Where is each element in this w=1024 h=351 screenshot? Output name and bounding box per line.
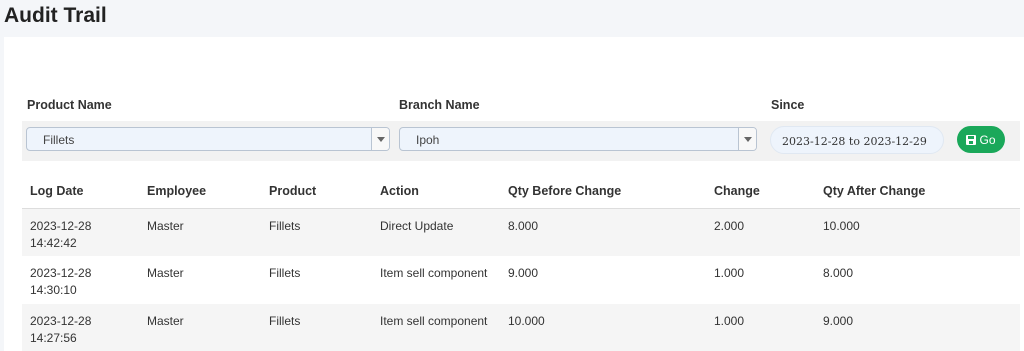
employee-cell: Master (147, 314, 184, 328)
branch-name-label: Branch Name (399, 98, 480, 112)
change-cell: 1.000 (714, 266, 745, 280)
go-button[interactable]: Go (957, 126, 1005, 153)
action-cell: Item sell component (380, 314, 488, 328)
log-date-cell: 2023-12-28 14:30:10 (22, 256, 139, 304)
log-time: 14:42:42 (30, 235, 77, 250)
branch-select[interactable]: Ipoh (399, 127, 757, 151)
employee-cell: Master (147, 218, 184, 233)
log-date: 2023-12-28 (30, 314, 92, 328)
employee-cell: Master (147, 266, 184, 280)
col-action[interactable]: Action (372, 174, 500, 209)
log-date-cell: 2023-12-28 14:42:42 (22, 208, 139, 256)
product-name-label: Product Name (27, 98, 112, 112)
change-cell: 1.000 (714, 314, 745, 328)
change-cell: 2.000 (714, 218, 745, 233)
qty-before-cell: 8.000 (508, 218, 539, 233)
log-time: 14:27:56 (30, 331, 77, 345)
product-cell: Fillets (269, 266, 301, 280)
table-header-row: Log Date Employee Product Action Qty Bef… (22, 174, 1020, 209)
col-qty-after[interactable]: Qty After Change (815, 174, 1020, 209)
go-button-label: Go (979, 132, 996, 147)
filter-row: Fillets Ipoh 2023-12-28 to 2023-12-29 Go (22, 121, 1020, 161)
product-cell: Fillets (269, 314, 301, 328)
product-cell: Fillets (269, 218, 301, 233)
log-date: 2023-12-28 (30, 266, 92, 280)
chevron-down-icon[interactable] (738, 128, 756, 150)
branch-select-value: Ipoh (416, 133, 440, 147)
qty-before-cell: 9.000 (508, 266, 539, 280)
qty-after-cell: 10.000 (823, 218, 860, 233)
log-date-cell: 2023-12-28 14:27:56 (22, 304, 139, 351)
since-label: Since (771, 98, 805, 112)
col-employee[interactable]: Employee (139, 174, 261, 209)
product-select-value: Fillets (43, 133, 75, 147)
table-row: 2023-12-28 14:30:10 Master Fillets Item … (22, 256, 1020, 304)
filter-labels: Product Name Branch Name Since (4, 98, 1024, 120)
log-date: 2023-12-28 (30, 218, 92, 233)
chevron-down-icon[interactable] (371, 128, 389, 150)
qty-before-cell: 10.000 (508, 314, 545, 328)
save-icon (966, 134, 977, 145)
table-row: 2023-12-28 14:42:42 Master Fillets Direc… (22, 208, 1020, 256)
product-select[interactable]: Fillets (26, 127, 390, 151)
table-row: 2023-12-28 14:27:56 Master Fillets Item … (22, 304, 1020, 351)
qty-after-cell: 8.000 (823, 266, 854, 280)
audit-table: Log Date Employee Product Action Qty Bef… (22, 174, 1020, 351)
col-qty-before[interactable]: Qty Before Change (500, 174, 706, 209)
qty-after-cell: 9.000 (823, 314, 854, 328)
log-time: 14:30:10 (30, 283, 77, 297)
col-product[interactable]: Product (261, 174, 372, 209)
audit-panel: Product Name Branch Name Since Fillets I… (4, 37, 1024, 351)
col-change[interactable]: Change (706, 174, 815, 209)
action-cell: Item sell component (380, 266, 488, 280)
col-log-date[interactable]: Log Date (22, 174, 139, 209)
page-title: Audit Trail (4, 4, 107, 27)
action-cell: Direct Update (380, 218, 454, 233)
date-range-input[interactable]: 2023-12-28 to 2023-12-29 (770, 126, 944, 154)
